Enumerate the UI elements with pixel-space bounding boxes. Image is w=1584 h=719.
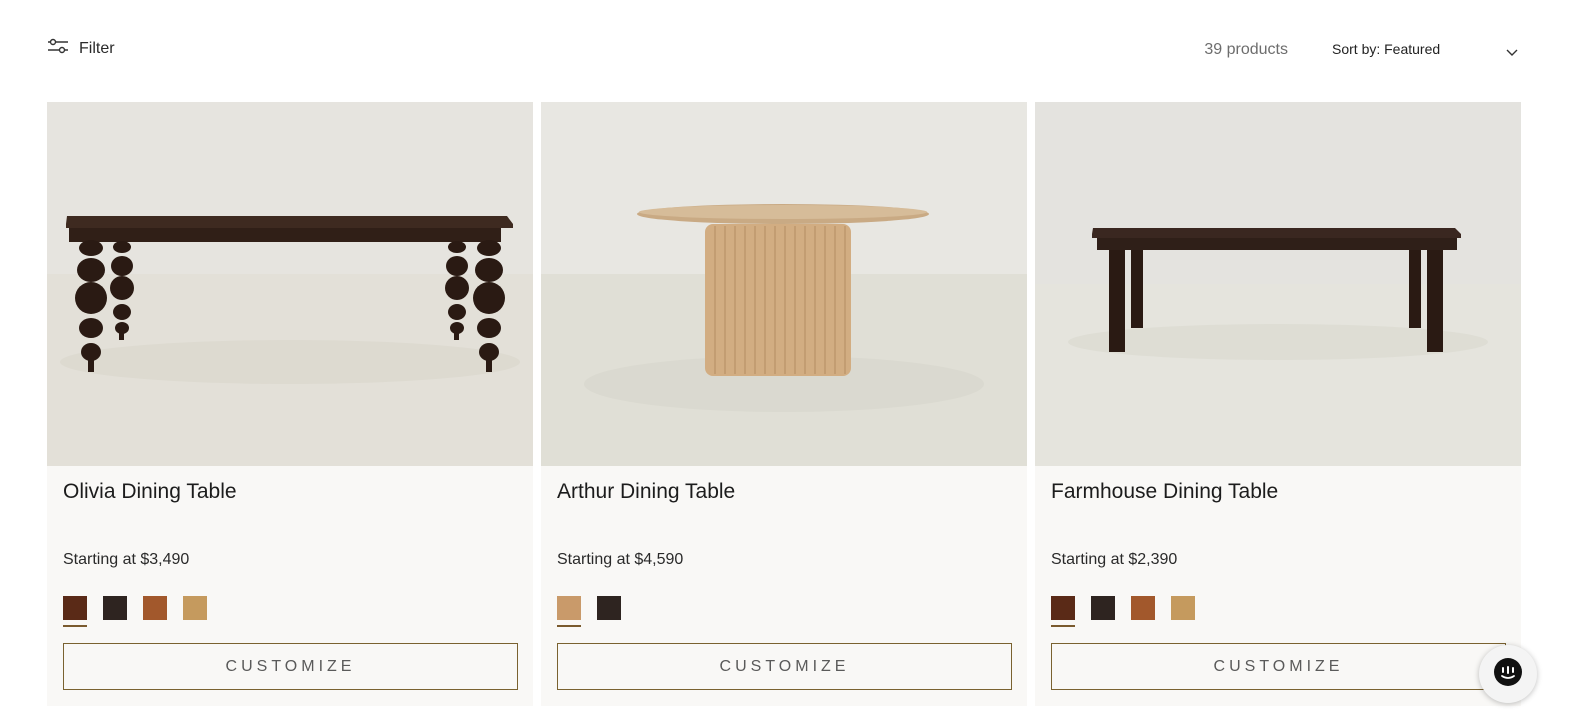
product-count: 39 products <box>1204 41 1288 58</box>
color-swatch[interactable] <box>1051 596 1075 627</box>
sort-label: Sort by: Featured <box>1332 41 1441 57</box>
chat-bubble-icon <box>1493 657 1523 692</box>
product-price: Starting at $2,390 <box>1051 551 1178 568</box>
sort-select[interactable]: Sort by: Featured <box>1332 41 1522 61</box>
customize-button[interactable]: CUSTOMIZE <box>63 643 518 690</box>
color-swatch[interactable] <box>597 596 621 620</box>
product-price: Starting at $4,590 <box>557 551 684 568</box>
filter-button[interactable]: Filter <box>47 38 115 59</box>
color-swatch[interactable] <box>103 596 127 620</box>
color-swatch[interactable] <box>63 596 87 627</box>
chat-launcher-button[interactable] <box>1479 645 1537 703</box>
color-swatch[interactable] <box>1091 596 1115 620</box>
product-card[interactable]: Farmhouse Dining Table Starting at $2,39… <box>1035 102 1521 706</box>
product-image[interactable] <box>47 102 533 466</box>
color-swatch[interactable] <box>183 596 207 620</box>
collection-toolbar: Filter 39 products Sort by: Featured <box>47 30 1522 70</box>
filter-label: Filter <box>79 39 115 57</box>
customize-button[interactable]: CUSTOMIZE <box>557 643 1012 690</box>
color-swatches <box>557 596 621 628</box>
product-title[interactable]: Olivia Dining Table <box>63 480 237 504</box>
color-swatch[interactable] <box>557 596 581 627</box>
sliders-icon <box>47 38 69 59</box>
color-swatches <box>63 596 207 628</box>
product-card[interactable]: Olivia Dining Table Starting at $3,490 C… <box>47 102 533 706</box>
chevron-down-icon <box>1506 44 1518 56</box>
product-image[interactable] <box>541 102 1027 466</box>
product-card[interactable]: Arthur Dining Table Starting at $4,590 C… <box>541 102 1027 706</box>
color-swatch[interactable] <box>143 596 167 620</box>
product-price: Starting at $3,490 <box>63 551 190 568</box>
color-swatch[interactable] <box>1171 596 1195 620</box>
product-image[interactable] <box>1035 102 1521 466</box>
color-swatch[interactable] <box>1131 596 1155 620</box>
color-swatches <box>1051 596 1195 628</box>
product-title[interactable]: Farmhouse Dining Table <box>1051 480 1278 504</box>
product-title[interactable]: Arthur Dining Table <box>557 480 735 504</box>
customize-button[interactable]: CUSTOMIZE <box>1051 643 1506 690</box>
